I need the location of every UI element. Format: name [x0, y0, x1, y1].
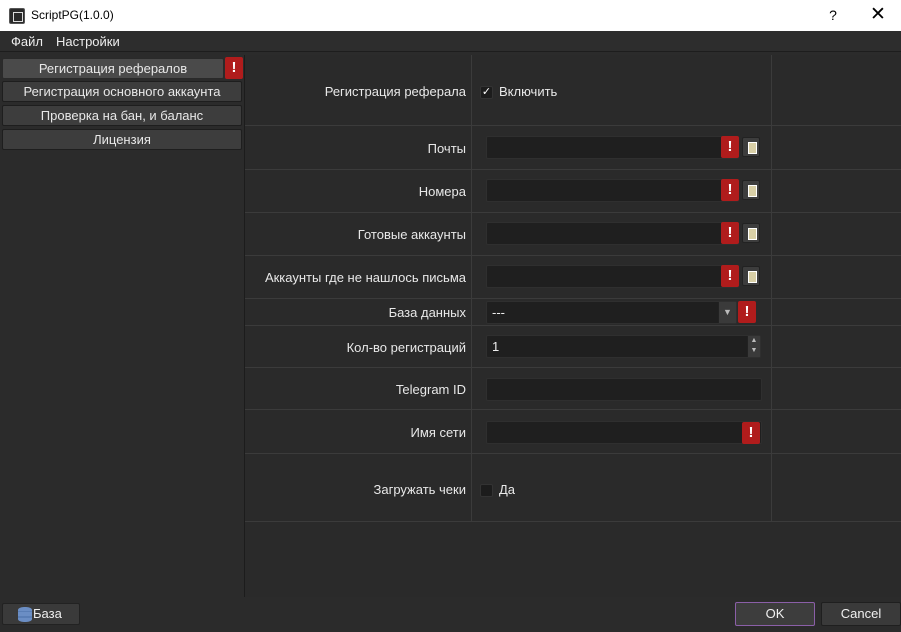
spin-arrows-icon[interactable]: ▲ ▼ [747, 336, 760, 357]
warning-icon: ! [742, 422, 760, 444]
telegram-id-label: Telegram ID [395, 382, 466, 397]
reg-count-label: Кол-во регистраций [346, 340, 466, 355]
bottom-bar: База OK Cancel [0, 597, 901, 632]
folder-icon[interactable] [742, 223, 760, 243]
network-name-label: Имя сети [410, 425, 466, 440]
menu-bar: Файл Настройки [0, 31, 901, 52]
folder-icon[interactable] [742, 180, 760, 200]
warning-icon: ! [721, 222, 739, 244]
folder-icon[interactable] [742, 137, 760, 157]
ready-accounts-label: Готовые аккаунты [357, 227, 466, 242]
network-name-input[interactable] [486, 421, 762, 444]
numbers-input[interactable] [486, 179, 739, 202]
form-row: База данных --- ▼ ! [245, 298, 901, 325]
folder-icon[interactable] [742, 266, 760, 286]
no-email-accounts-label: Аккаунты где не нашлось письма [264, 270, 466, 285]
referral-enable-label: Включить [499, 84, 558, 99]
form-row: Аккаунты где не нашлось письма ! [245, 255, 901, 298]
reg-count-spinbox[interactable]: 1 ▲ ▼ [486, 335, 761, 358]
cancel-button[interactable]: Cancel [821, 602, 901, 626]
form-row: Загружать чеки Да [245, 453, 901, 522]
warning-icon: ! [721, 136, 739, 158]
warning-icon: ! [721, 179, 739, 201]
close-button[interactable]: ✕ [860, 0, 896, 31]
upload-receipts-label: Загружать чеки [373, 482, 467, 497]
numbers-label: Номера [418, 184, 466, 199]
app-icon [9, 8, 25, 24]
sidebar: Регистрация рефералов ! Регистрация осно… [0, 55, 244, 597]
form-row: Номера ! [245, 169, 901, 212]
database-label: База данных [388, 305, 466, 320]
sidebar-item-license[interactable]: Лицензия [2, 129, 242, 150]
telegram-id-input[interactable] [486, 378, 762, 401]
form-row: Готовые аккаунты ! [245, 212, 901, 255]
window-title: ScriptPG(1.0.0) [31, 8, 114, 22]
sidebar-item-main-account-registration[interactable]: Регистрация основного аккаунта [2, 81, 242, 102]
form-row: Регистрация реферала ✓ Включить [245, 55, 901, 125]
database-select-value: --- [492, 305, 505, 320]
sidebar-item-ban-balance-check[interactable]: Проверка на бан, и баланс [2, 105, 242, 126]
reg-count-value: 1 [492, 339, 500, 354]
settings-panel: Регистрация реферала ✓ Включить Почты ! … [244, 55, 901, 597]
warning-icon: ! [225, 57, 243, 79]
ok-button[interactable]: OK [735, 602, 815, 626]
warning-icon: ! [738, 301, 756, 323]
form-row: Имя сети ! [245, 409, 901, 453]
title-bar: ScriptPG(1.0.0) ? ✕ [0, 0, 901, 31]
referral-enable-checkbox[interactable]: ✓ [480, 86, 493, 99]
upload-receipts-option-label: Да [499, 482, 516, 497]
help-button[interactable]: ? [822, 0, 844, 31]
base-button-label: База [33, 606, 62, 621]
upload-receipts-checkbox[interactable] [480, 484, 493, 497]
emails-label: Почты [427, 141, 466, 156]
referral-registration-label: Регистрация реферала [324, 84, 466, 99]
sidebar-item-referral-registration[interactable]: Регистрация рефералов [2, 58, 224, 79]
base-button[interactable]: База [2, 603, 80, 625]
form-row: Почты ! [245, 125, 901, 169]
menu-file[interactable]: Файл [11, 34, 43, 49]
warning-icon: ! [721, 265, 739, 287]
database-icon [18, 607, 32, 622]
form-row: Telegram ID [245, 367, 901, 409]
database-select[interactable]: --- ▼ [486, 301, 737, 324]
menu-settings[interactable]: Настройки [56, 34, 120, 49]
form-row: Кол-во регистраций 1 ▲ ▼ [245, 325, 901, 367]
chevron-down-icon[interactable]: ▼ [718, 302, 736, 323]
ready-accounts-input[interactable] [486, 222, 739, 245]
no-email-accounts-input[interactable] [486, 265, 739, 288]
emails-input[interactable] [486, 136, 739, 159]
